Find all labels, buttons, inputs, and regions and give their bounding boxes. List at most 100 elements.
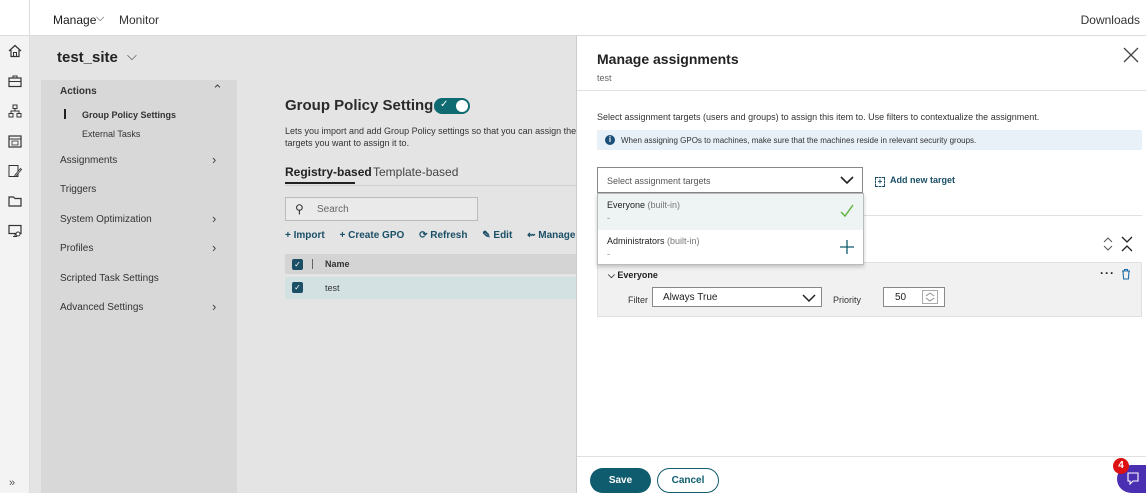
- add-new-target-button[interactable]: + Add new target: [875, 175, 955, 187]
- trash-icon[interactable]: [1121, 268, 1131, 280]
- stepper-arrows-icon[interactable]: [922, 290, 938, 304]
- save-button[interactable]: Save: [590, 468, 651, 493]
- chevron-right-icon[interactable]: ›: [212, 240, 216, 255]
- manage-assignments-button[interactable]: ⇜ Manage a: [527, 230, 576, 241]
- table-row[interactable]: ✓ test: [285, 277, 576, 299]
- filter-value: Always True: [663, 292, 718, 303]
- nav-item-profiles[interactable]: Profiles: [60, 243, 93, 254]
- more-options-icon[interactable]: ···: [1100, 266, 1115, 280]
- site-name[interactable]: test_site: [57, 49, 118, 66]
- toggle-knob: [456, 100, 468, 112]
- active-indicator: [64, 109, 66, 119]
- chevron-right-icon[interactable]: ›: [212, 299, 216, 314]
- info-icon: i: [605, 135, 615, 145]
- downloads-link[interactable]: Downloads: [1081, 13, 1140, 27]
- org-icon[interactable]: [6, 102, 24, 120]
- manage-assignments-panel: Manage assignments test Select assignmen…: [576, 36, 1146, 493]
- priority-label: Priority: [833, 295, 862, 305]
- page-title: Group Policy Settings: [285, 97, 442, 114]
- nav-item-group-policy-settings[interactable]: Group Policy Settings: [82, 110, 176, 120]
- home-icon[interactable]: [6, 42, 24, 60]
- toolbar: + Import + Create GPO ⟳ Refresh ✎ Edit ⇜…: [285, 230, 576, 241]
- cancel-button[interactable]: Cancel: [657, 468, 719, 493]
- nav-item-assignments[interactable]: Assignments: [60, 155, 117, 166]
- check-icon: [839, 203, 855, 219]
- chevron-up-icon[interactable]: ⌃: [212, 82, 223, 98]
- check-icon: ✓: [440, 99, 449, 110]
- nav-item-external-tasks[interactable]: External Tasks: [82, 129, 140, 139]
- close-icon[interactable]: [1122, 46, 1140, 64]
- nav-item-scripted-task-settings[interactable]: Scripted Task Settings: [60, 273, 159, 284]
- panel-footer: Save Cancel: [577, 456, 1146, 493]
- chevron-down-icon: [840, 173, 854, 187]
- gp-enabled-toggle[interactable]: ✓: [434, 98, 470, 114]
- filter-select[interactable]: Always True: [652, 287, 822, 307]
- manage-tab[interactable]: Manage: [53, 13, 96, 27]
- panel-intro: Select assignment targets (users and gro…: [597, 112, 1040, 122]
- nav-item-actions[interactable]: Actions: [60, 86, 97, 97]
- expand-rail-icon[interactable]: »: [9, 477, 15, 489]
- main-content: Group Policy Settings ✓ Lets you import …: [237, 80, 576, 493]
- chevron-right-icon[interactable]: ›: [212, 211, 216, 226]
- chevron-down-icon[interactable]: ⌵: [96, 12, 104, 25]
- chevron-down-icon[interactable]: ⌵: [127, 48, 137, 64]
- site-header: test_site ⌵: [30, 36, 576, 80]
- briefcase-icon[interactable]: [6, 72, 24, 90]
- add-target-icon: +: [875, 177, 885, 187]
- notification-badge: 4: [1113, 458, 1129, 474]
- priority-value: 50: [895, 292, 907, 303]
- panel-title: Manage assignments: [597, 51, 739, 67]
- edit-icon[interactable]: [6, 162, 24, 180]
- column-separator: [312, 259, 313, 269]
- tab-template-based[interactable]: Template-based: [373, 165, 458, 179]
- monitor-settings-icon[interactable]: [6, 222, 24, 240]
- priority-stepper[interactable]: 50: [883, 287, 945, 307]
- assignment-name: Everyone: [617, 270, 658, 280]
- assignment-targets-select[interactable]: Select assignment targets: [597, 167, 863, 193]
- import-button[interactable]: + Import: [285, 230, 325, 241]
- assignment-header[interactable]: ⌵ Everyone: [608, 270, 658, 281]
- select-placeholder: Select assignment targets: [607, 176, 711, 186]
- dropdown-option-everyone[interactable]: Everyone (built-in) -: [598, 194, 863, 230]
- option-suffix: (built-in): [667, 236, 700, 246]
- assignment-targets-dropdown: Everyone (built-in) - Administrators (bu…: [597, 193, 864, 265]
- nav-item-system-optimization[interactable]: System Optimization: [60, 214, 152, 225]
- page-description: Lets you import and add Group Policy set…: [285, 125, 576, 149]
- table-header: ✓ Name: [285, 254, 576, 274]
- info-banner: i When assigning GPOs to machines, make …: [597, 130, 1142, 150]
- monitor-tab[interactable]: Monitor: [119, 13, 159, 27]
- edit-button[interactable]: ✎ Edit: [482, 230, 512, 241]
- nav-item-advanced-settings[interactable]: Advanced Settings: [60, 302, 143, 313]
- row-name: test: [325, 283, 340, 293]
- description-line-1: Lets you import and add Group Policy set…: [285, 126, 576, 136]
- folder-icon[interactable]: [6, 192, 24, 210]
- chevron-down-icon: [802, 291, 816, 305]
- option-name: Everyone: [607, 200, 646, 210]
- refresh-button[interactable]: ⟳ Refresh: [419, 230, 467, 241]
- row-checkbox[interactable]: ✓: [292, 282, 303, 293]
- top-bar: Manage ⌵ Monitor Downloads: [0, 0, 1146, 36]
- plus-icon: [839, 239, 855, 255]
- option-detail: -: [607, 249, 610, 259]
- nav-item-triggers[interactable]: Triggers: [60, 184, 96, 195]
- sort-icon[interactable]: [1102, 236, 1134, 252]
- option-label: Administrators (built-in): [607, 236, 700, 246]
- tab-registry-based[interactable]: Registry-based: [285, 165, 372, 179]
- search-icon: ⚲: [295, 202, 304, 216]
- sort-controls: [1102, 236, 1134, 252]
- calendar-icon[interactable]: [6, 132, 24, 150]
- option-suffix: (built-in): [647, 200, 681, 210]
- help-icon: [1126, 471, 1140, 486]
- search-input[interactable]: ⚲ Search: [285, 197, 478, 221]
- option-name: Administrators: [607, 236, 665, 246]
- tab-divider: [285, 185, 576, 186]
- option-label: Everyone (built-in): [607, 200, 680, 210]
- column-header-name[interactable]: Name: [325, 259, 350, 269]
- panel-subtitle: test: [597, 73, 612, 83]
- chevron-right-icon[interactable]: ›: [212, 152, 216, 167]
- select-all-checkbox[interactable]: ✓: [292, 259, 303, 270]
- panel-divider: [577, 90, 1146, 91]
- dropdown-option-administrators[interactable]: Administrators (built-in) -: [598, 230, 863, 266]
- description-line-2: targets you want to assign it to.: [285, 138, 410, 148]
- create-gpo-button[interactable]: + Create GPO: [340, 230, 405, 241]
